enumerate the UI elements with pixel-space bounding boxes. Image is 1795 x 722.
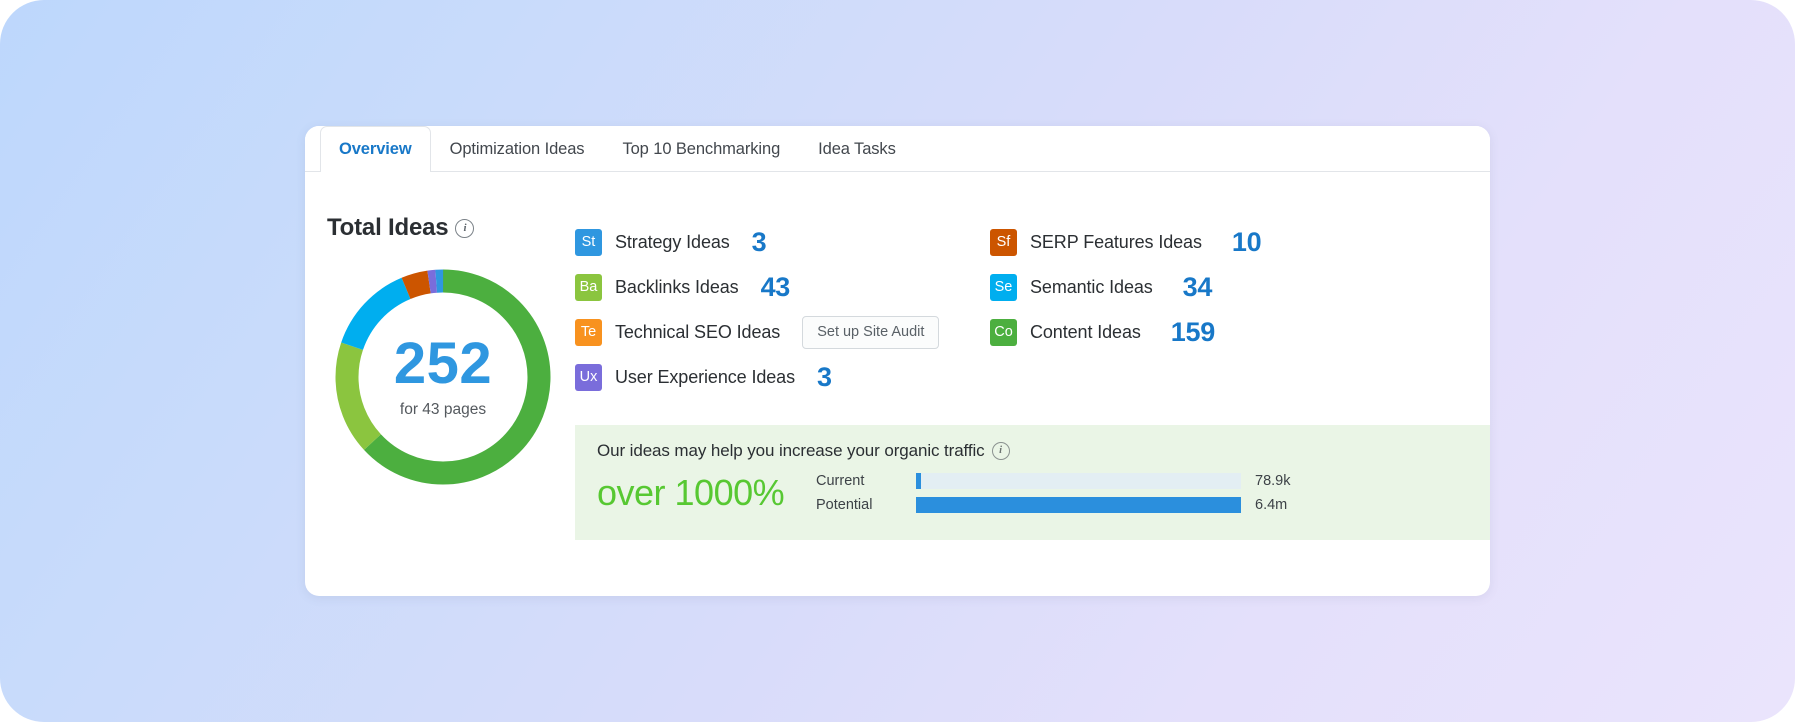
set-up-site-audit-button[interactable]: Set up Site Audit (802, 316, 940, 349)
traffic-bar-label-current: Current (816, 473, 865, 489)
tab-optimization-ideas-label: Optimization Ideas (449, 140, 585, 158)
traffic-bar-track-potential (916, 497, 1241, 513)
traffic-bar-fill-potential (916, 497, 1241, 513)
metric-user-experience-label: User Experience Ideas (615, 367, 795, 387)
metric-user-experience-value: 3 (817, 362, 832, 392)
traffic-bar-chart: Current 78.9k Potential 6.4m (816, 473, 1290, 513)
semantic-badge-icon: Se (990, 274, 1017, 301)
total-ideas-info-icon[interactable]: i (455, 218, 475, 238)
technical-seo-badge-icon: Te (575, 319, 602, 346)
metric-strategy-ideas[interactable]: St Strategy Ideas 3 (575, 220, 990, 265)
metric-technical-seo-ideas[interactable]: Te Technical SEO Ideas Set up Site Audit (575, 310, 990, 355)
tab-idea-tasks-label: Idea Tasks (818, 140, 896, 158)
organic-traffic-body: over 1000% Current 78.9k Potential 6.4m (597, 473, 1490, 513)
donut-total-value: 252 (393, 331, 493, 396)
backlinks-badge-icon: Ba (575, 274, 602, 301)
metric-strategy-value: 3 (751, 227, 767, 257)
metric-content-ideas[interactable]: Co Content Ideas 159 (990, 310, 1470, 355)
metric-semantic-ideas[interactable]: Se Semantic Ideas 34 (990, 265, 1470, 310)
traffic-bar-fill-current (916, 473, 921, 489)
metric-semantic-label: Semantic Ideas (1030, 277, 1153, 297)
metric-backlinks-label: Backlinks Ideas (615, 277, 739, 297)
metric-backlinks-value: 43 (760, 272, 791, 302)
traffic-bar-track-current (916, 473, 1241, 489)
donut-subtitle: for 43 pages (399, 401, 487, 418)
metrics-grid: St Strategy Ideas 3 Sf SERP Features Ide… (575, 220, 1470, 400)
tab-bar: Overview Optimization Ideas Top 10 Bench… (305, 126, 1490, 173)
traffic-bar-label-potential: Potential (816, 497, 873, 513)
metric-semantic-value: 34 (1182, 272, 1213, 302)
metric-content-label: Content Ideas (1030, 322, 1141, 342)
total-ideas-donut-chart: 252 for 43 pages (328, 262, 558, 492)
traffic-bar-row-current: Current 78.9k (816, 473, 1290, 489)
content-badge-icon: Co (990, 319, 1017, 346)
metric-serp-features-label: SERP Features Ideas (1030, 232, 1202, 252)
metric-serp-features-ideas[interactable]: Sf SERP Features Ideas 10 (990, 220, 1470, 265)
tab-overview-label: Overview (339, 140, 412, 158)
serp-features-badge-icon: Sf (990, 229, 1017, 256)
overview-body: Total Ideas i 252 for 43 pages St Strate… (305, 172, 1490, 596)
metric-user-experience-ideas[interactable]: Ux User Experience Ideas 3 (575, 355, 990, 400)
metric-strategy-label: Strategy Ideas (615, 232, 730, 252)
organic-traffic-headline-label: Our ideas may help you increase your org… (597, 441, 985, 460)
metrics-grid-spacer (990, 355, 1470, 400)
organic-traffic-percent: over 1000% (597, 472, 785, 513)
tab-top-10-benchmarking-label: Top 10 Benchmarking (622, 140, 781, 158)
donut-center-label: 252 for 43 pages (328, 262, 558, 492)
traffic-bar-value-potential: 6.4m (1255, 497, 1288, 513)
strategy-badge-icon: St (575, 229, 602, 256)
traffic-bar-value-current: 78.9k (1255, 473, 1291, 489)
tab-overview[interactable]: Overview (320, 126, 431, 173)
overview-card: Overview Optimization Ideas Top 10 Bench… (305, 126, 1490, 596)
user-experience-badge-icon: Ux (575, 364, 602, 391)
traffic-bar-row-potential: Potential 6.4m (816, 497, 1290, 513)
page-title-label: Total Ideas (327, 214, 449, 241)
tab-top-10-benchmarking[interactable]: Top 10 Benchmarking (603, 126, 799, 172)
tab-list: Overview Optimization Ideas Top 10 Bench… (320, 126, 915, 173)
metric-content-value: 159 (1170, 317, 1215, 347)
tab-idea-tasks[interactable]: Idea Tasks (799, 126, 915, 172)
organic-traffic-panel: Our ideas may help you increase your org… (575, 425, 1490, 540)
metric-technical-seo-label: Technical SEO Ideas (615, 322, 781, 342)
tab-optimization-ideas[interactable]: Optimization Ideas (431, 126, 604, 172)
metric-serp-features-value: 10 (1231, 227, 1262, 257)
organic-traffic-info-icon[interactable]: i (991, 442, 1010, 460)
page-title: Total Ideas i (327, 214, 475, 242)
organic-traffic-headline: Our ideas may help you increase your org… (597, 441, 1490, 461)
metric-backlinks-ideas[interactable]: Ba Backlinks Ideas 43 (575, 265, 990, 310)
